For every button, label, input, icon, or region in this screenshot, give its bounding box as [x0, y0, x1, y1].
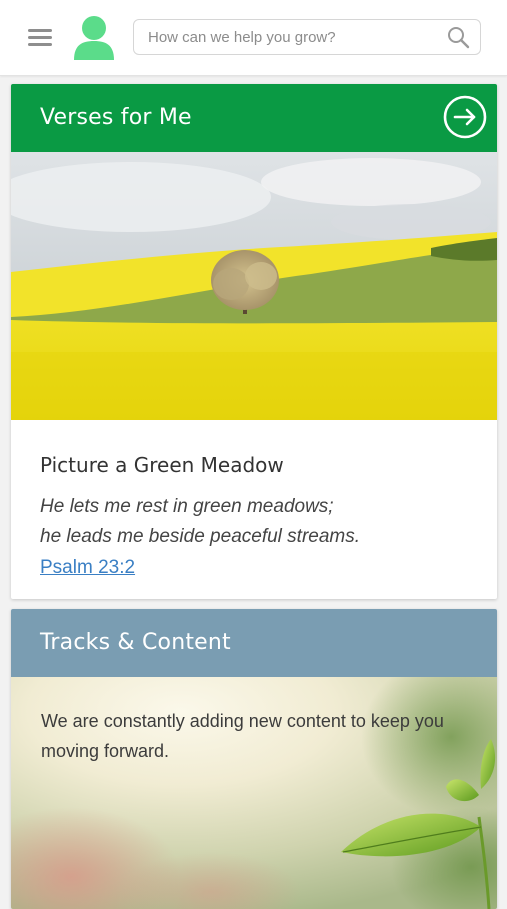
verse-reference-link[interactable]: Psalm 23:2	[40, 553, 135, 583]
tracks-card[interactable]: Tracks & Content We are constantly addin…	[11, 609, 497, 909]
verse-content: Picture a Green Meadow He lets me rest i…	[40, 452, 470, 583]
search-icon[interactable]	[446, 25, 470, 49]
verse-title: Picture a Green Meadow	[40, 453, 284, 477]
verse-line: he leads me beside peaceful streams.	[40, 526, 361, 547]
verses-card-title: Verses for Me	[40, 105, 192, 130]
tracks-card-header: Tracks & Content	[11, 609, 497, 677]
meadow-photo	[11, 152, 497, 420]
verse-line: He lets me rest in green meadows;	[40, 496, 334, 517]
arrow-right-circle-icon[interactable]	[443, 95, 487, 139]
verses-card-header: Verses for Me	[11, 84, 497, 152]
search-bar	[133, 19, 481, 55]
search-input[interactable]	[148, 26, 438, 48]
tracks-card-title: Tracks & Content	[40, 630, 231, 655]
top-app-bar	[0, 0, 507, 76]
verses-card[interactable]: Verses for Me Picture a Green Meadow He …	[11, 84, 497, 599]
hamburger-menu-icon[interactable]	[28, 27, 52, 47]
user-avatar-icon[interactable]	[72, 15, 116, 63]
tracks-description: We are constantly adding new content to …	[41, 711, 444, 761]
